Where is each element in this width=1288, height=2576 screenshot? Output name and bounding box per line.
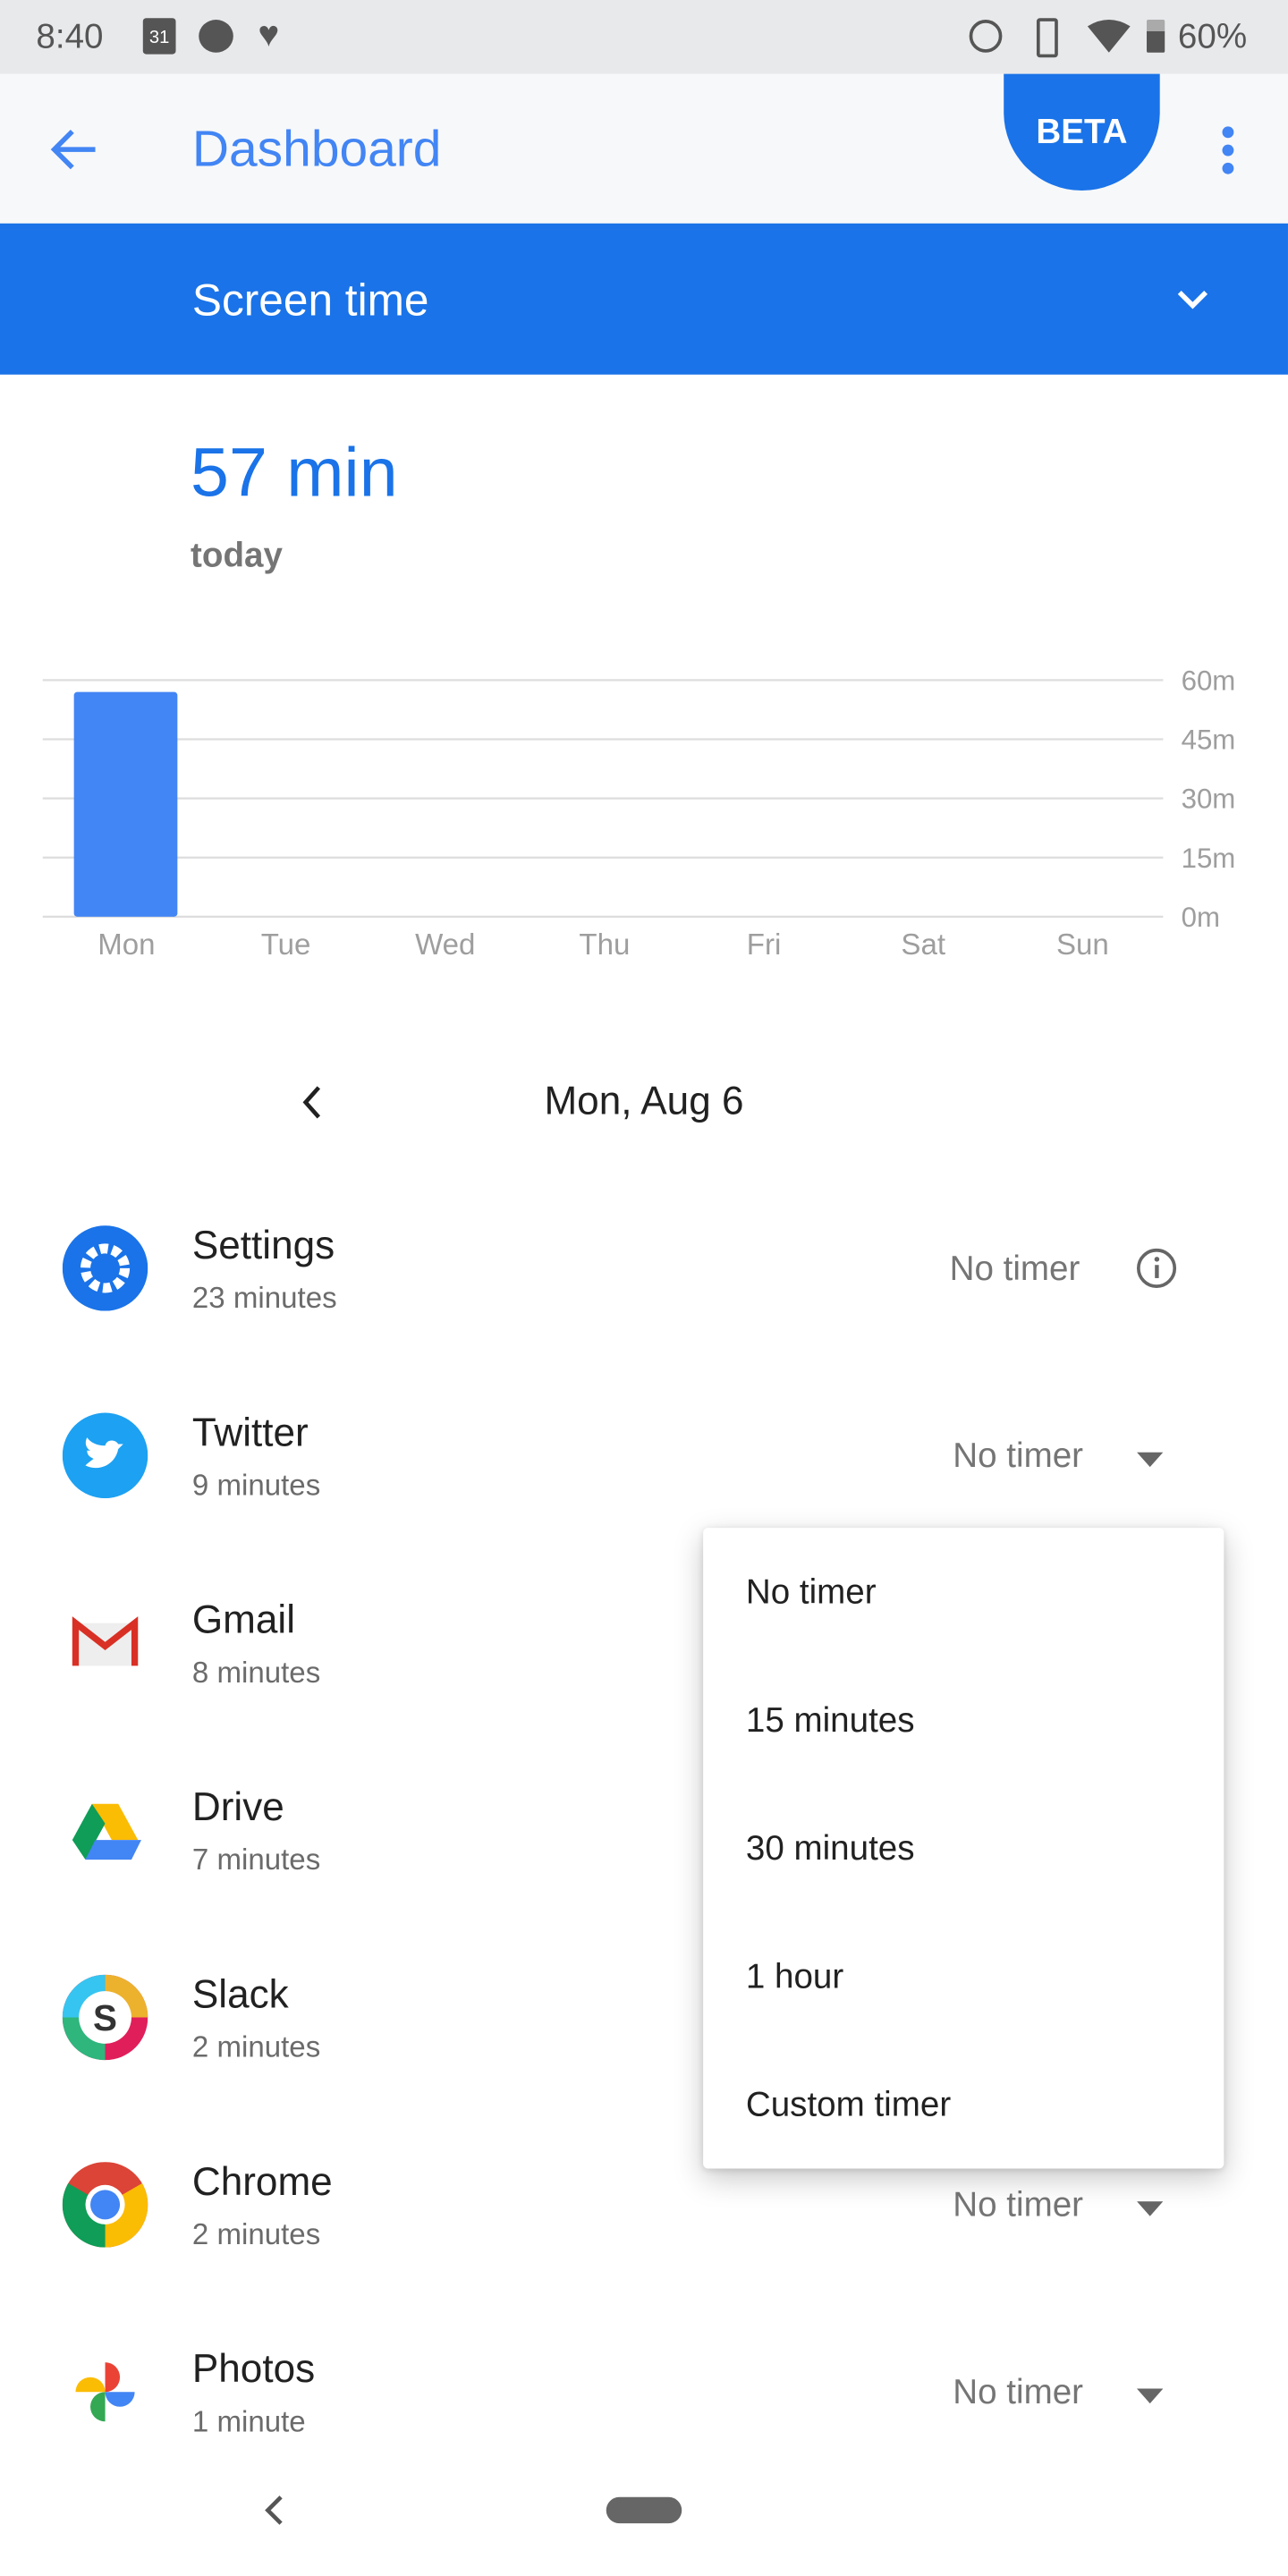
- timer-value: No timer: [953, 2186, 1084, 2224]
- dropdown-arrow-icon: [1136, 2388, 1164, 2404]
- timer-dropdown-menu: No timer 15 minutes 30 minutes 1 hour Cu…: [703, 1528, 1224, 2169]
- menu-item-no-timer[interactable]: No timer: [746, 1574, 877, 1614]
- current-date: Mon, Aug 6: [544, 1079, 744, 1124]
- x-tick-label: Wed: [415, 928, 475, 962]
- chrome-icon: [62, 2162, 148, 2248]
- menu-item-30-minutes[interactable]: 30 minutes: [746, 1830, 915, 1869]
- messenger-icon: [199, 20, 233, 53]
- more-options-icon[interactable]: [1212, 123, 1245, 176]
- app-row-chrome[interactable]: Chrome 2 minutes No timer: [0, 2160, 1288, 2258]
- app-row-photos[interactable]: Photos 1 minute No timer: [0, 2348, 1288, 2446]
- info-icon[interactable]: [1135, 1247, 1178, 1290]
- x-tick-label: Fri: [747, 928, 782, 962]
- app-usage: 2 minutes: [191, 2030, 321, 2063]
- app-name: Chrome: [191, 2160, 333, 2205]
- menu-item-15-minutes[interactable]: 15 minutes: [746, 1702, 915, 1741]
- section-title: Screen time: [191, 275, 429, 326]
- x-tick-label: Thu: [579, 928, 630, 962]
- app-usage: 23 minutes: [191, 1281, 337, 1315]
- timer-label: No timer: [949, 1250, 1080, 1288]
- y-tick-label: 45m: [1182, 724, 1236, 756]
- timer-value: No timer: [953, 2374, 1084, 2412]
- drive-icon: [72, 1803, 141, 1860]
- back-arrow-icon[interactable]: [49, 126, 98, 172]
- vibrate-icon: [1036, 18, 1058, 58]
- menu-item-1-hour[interactable]: 1 hour: [746, 1958, 843, 1997]
- app-usage: 8 minutes: [191, 1656, 321, 1690]
- svg-text:S: S: [93, 1997, 117, 2038]
- page-title: Dashboard: [191, 120, 442, 178]
- timer-dropdown[interactable]: No timer: [936, 1428, 1183, 1493]
- nav-home-button[interactable]: [606, 2496, 682, 2524]
- chevron-down-icon[interactable]: [1176, 289, 1209, 312]
- total-label: today: [191, 537, 283, 575]
- app-usage: 7 minutes: [191, 1843, 321, 1877]
- timer-dropdown[interactable]: No timer: [936, 2177, 1183, 2242]
- twitter-icon: [62, 1412, 148, 1499]
- wifi-icon: [1087, 20, 1131, 53]
- battery-icon: [1147, 20, 1165, 53]
- app-name: Gmail: [191, 1598, 296, 1643]
- menu-item-custom-timer[interactable]: Custom timer: [746, 2087, 951, 2126]
- app-name: Photos: [191, 2347, 316, 2393]
- heart-icon: ♥: [258, 13, 280, 55]
- app-usage: 2 minutes: [191, 2217, 321, 2251]
- settings-icon: [62, 1225, 148, 1311]
- timer-value: No timer: [953, 1437, 1084, 1476]
- total-screen-time: 57 min: [191, 433, 398, 512]
- app-name: Settings: [191, 1224, 335, 1268]
- y-tick-label: 15m: [1182, 843, 1236, 874]
- dropdown-arrow-icon: [1136, 2201, 1164, 2216]
- gmail-icon: [72, 1616, 139, 1666]
- alarm-icon: [969, 20, 1003, 53]
- battery-level: 60%: [1177, 18, 1248, 56]
- status-bar: 8:40 31 ♥ 60%: [0, 0, 1288, 74]
- calendar-day: 31: [148, 28, 170, 48]
- beta-badge: BETA: [1004, 73, 1160, 191]
- app-usage: 9 minutes: [191, 1469, 321, 1502]
- app-name: Drive: [191, 1785, 284, 1831]
- calendar-icon: 31: [142, 18, 176, 55]
- screen-time-selector[interactable]: Screen time: [0, 223, 1288, 375]
- app-name: Slack: [191, 1972, 289, 2018]
- x-tick-label: Tue: [261, 928, 311, 962]
- app-row-settings[interactable]: Settings 23 minutes No timer: [0, 1224, 1288, 1322]
- app-row-twitter[interactable]: Twitter 9 minutes No timer: [0, 1411, 1288, 1510]
- screen-time-chart: 0m 15m 30m 45m 60m Mon Tue Wed Thu Fri Sat Sun: [42, 665, 1236, 962]
- photos-icon: [75, 2362, 135, 2422]
- y-tick-label: 60m: [1182, 665, 1236, 696]
- slack-icon: S: [62, 1974, 148, 2061]
- x-tick-label: Sun: [1056, 928, 1109, 962]
- dropdown-arrow-icon: [1136, 1452, 1164, 1468]
- x-tick-label: Mon: [97, 928, 155, 962]
- app-name: Twitter: [191, 1411, 309, 1456]
- nav-back-icon[interactable]: [263, 2494, 286, 2527]
- app-bar: Dashboard BETA: [0, 73, 1288, 224]
- timer-dropdown[interactable]: No timer: [936, 2364, 1183, 2429]
- y-tick-label: 30m: [1182, 784, 1236, 815]
- status-time: 8:40: [36, 18, 104, 56]
- x-tick-label: Sat: [901, 928, 945, 962]
- app-usage: 1 minute: [191, 2404, 306, 2438]
- y-tick-label: 0m: [1182, 902, 1220, 933]
- bar-mon: [73, 691, 178, 917]
